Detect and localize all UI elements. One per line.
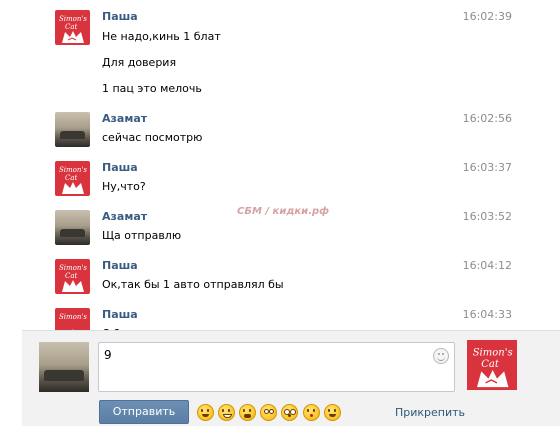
svg-text:Simon's: Simon's [59, 15, 87, 23]
message-time: 16:03:52 [462, 210, 512, 223]
svg-text:Cat: Cat [65, 272, 78, 280]
smiley-icon[interactable] [433, 348, 449, 364]
car-photo[interactable] [55, 210, 90, 245]
weary-face-icon[interactable] [197, 404, 214, 421]
message-author[interactable]: Паша [102, 10, 138, 23]
simons-cat-icon[interactable]: Simon's Cat [467, 340, 517, 390]
message-history[interactable]: Simon's Cat Паша 16:02:39 Не надо,кинь 1… [0, 0, 560, 330]
svg-text:Simon's: Simon's [59, 313, 87, 321]
screaming-face-icon[interactable] [239, 404, 256, 421]
kissing-face-icon[interactable] [303, 404, 320, 421]
astonished-face-icon[interactable] [281, 404, 298, 421]
flushed-face-icon[interactable] [260, 404, 277, 421]
message-input-value: 9 [104, 348, 112, 362]
message-input[interactable]: 9 [98, 342, 455, 392]
message-time: 16:02:56 [462, 112, 512, 125]
message-composer: 9 Simon's Cat Отправить Прикрепить [22, 330, 560, 426]
simons-cat-icon[interactable]: Simon's Cat [55, 161, 90, 196]
smiling-face-icon[interactable] [324, 404, 341, 421]
watermark-text: СБМ / кидки.рф [237, 206, 330, 217]
message-text: 1 пац это мелочь [102, 82, 202, 95]
svg-text:Simon's: Simon's [59, 166, 87, 174]
message-text: Ну,что? [102, 180, 146, 193]
simons-cat-icon[interactable]: Simon's Cat [55, 259, 90, 294]
message-author[interactable]: Азамат [102, 210, 147, 223]
message-author[interactable]: Паша [102, 161, 138, 174]
grimacing-face-icon[interactable] [218, 404, 235, 421]
svg-text:Cat: Cat [65, 23, 78, 31]
message-author[interactable]: Азамат [102, 112, 147, 125]
message-author[interactable]: Паша [102, 308, 138, 321]
message-text: Для доверия [102, 56, 177, 69]
simons-cat-icon[interactable]: Simon's Cat [55, 10, 90, 45]
message-time: 16:03:37 [462, 161, 512, 174]
message-text: Ща отправлю [102, 229, 182, 242]
my-avatar[interactable] [39, 342, 89, 392]
send-button[interactable]: Отправить [99, 400, 189, 424]
message-text: Не надо,кинь 1 блат [102, 30, 221, 43]
svg-text:Cat: Cat [481, 359, 500, 370]
svg-text:Simon's: Simon's [473, 348, 513, 359]
message-time: 16:04:12 [462, 259, 512, 272]
simons-cat-icon[interactable]: Simon's [55, 308, 90, 330]
message-text: Ок,так бы 1 авто отправлял бы [102, 278, 284, 291]
message-time: 16:04:33 [462, 308, 512, 321]
attach-link[interactable]: Прикрепить [395, 406, 465, 419]
car-photo[interactable] [55, 112, 90, 147]
svg-text:Cat: Cat [65, 174, 78, 182]
message-author[interactable]: Паша [102, 259, 138, 272]
message-time: 16:02:39 [462, 10, 512, 23]
message-text: сейчас посмотрю [102, 131, 203, 144]
svg-text:Simon's: Simon's [59, 264, 87, 272]
